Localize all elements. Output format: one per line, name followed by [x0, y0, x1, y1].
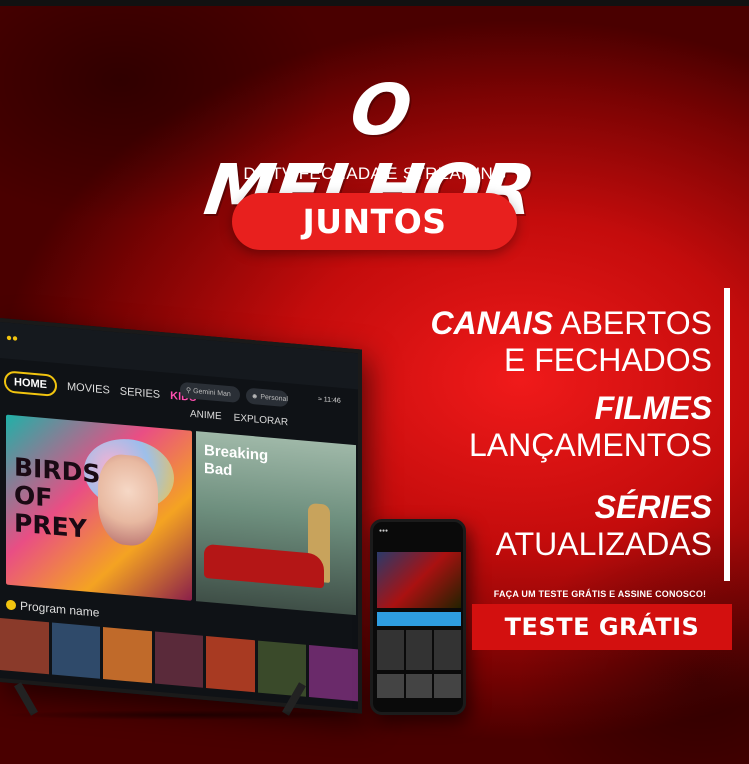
- thumbnail[interactable]: [0, 618, 49, 675]
- phone-thumb-row: [377, 630, 462, 670]
- card-art-car: [204, 543, 324, 589]
- card-title-breaking-bad: Breaking Bad: [204, 442, 268, 484]
- card-title-birds: BIRDS OF PREY: [14, 452, 101, 544]
- tv-nav-movies[interactable]: MOVIES: [67, 381, 110, 397]
- feature-fechados: E FECHADOS: [504, 342, 712, 378]
- feature-atualizadas: ATUALIZADAS: [496, 526, 712, 562]
- promo-poster: O MELHOR DA TV FECHADA E STREAMING JUNTO…: [0, 0, 749, 764]
- movie-card-breaking-bad[interactable]: Breaking Bad: [196, 431, 356, 616]
- tv-personal-button[interactable]: ☻ Personal: [246, 387, 288, 408]
- feature-series: SÉRIES: [595, 489, 712, 525]
- feature-light: E FECHADOS: [503, 342, 712, 378]
- phone-banner: [377, 612, 461, 626]
- tv-stand: [0, 680, 370, 720]
- tv-subnav-anime[interactable]: ANIME: [190, 409, 222, 423]
- tv-nav-series[interactable]: SERIES: [120, 385, 160, 401]
- tv-personal-label: Personal: [260, 393, 288, 403]
- phone-thumb[interactable]: [405, 630, 433, 670]
- feature-filmes: FILMES: [595, 390, 712, 426]
- vertical-divider: [724, 288, 730, 581]
- tv-search-value: Gemini Man: [193, 387, 231, 398]
- tv-time-value: 11:46: [323, 396, 341, 405]
- juntos-pill: JUNTOS: [232, 193, 517, 250]
- feature-bold: CANAIS: [430, 305, 554, 341]
- movie-card-birds-of-prey[interactable]: BIRDS OF PREY: [6, 414, 192, 601]
- tv-nav-home[interactable]: HOME: [4, 370, 57, 397]
- program-name-row: Program name: [6, 598, 99, 620]
- tv-nav: HOME MOVIES SERIES KIDS: [4, 370, 196, 409]
- subheadline: DA TV FECHADA E STREAMING: [243, 164, 507, 183]
- feature-bold: SÉRIES: [594, 489, 712, 525]
- feature-canais: CANAIS ABERTOS: [430, 305, 712, 341]
- thumbnail[interactable]: [103, 627, 152, 684]
- phone-mockup: ●●●: [370, 519, 466, 715]
- phone-thumb[interactable]: [377, 674, 404, 698]
- program-icon: [6, 599, 16, 611]
- tv-clock: ≈ 11:46: [318, 396, 341, 405]
- tv-subnav: ANIME EXPLORAR: [190, 409, 288, 429]
- tv-mockup: ●● HOME MOVIES SERIES KIDS ⚲ Gemini Man …: [0, 318, 362, 714]
- phone-thumb[interactable]: [434, 630, 462, 670]
- cta-tagline: FAÇA UM TESTE GRÁTIS E ASSINE CONOSCO!: [493, 589, 707, 599]
- phone-hero-image: [377, 552, 461, 608]
- tv-shadow: [0, 710, 370, 720]
- feature-bold: FILMES: [594, 390, 712, 426]
- free-trial-button[interactable]: TESTE GRÁTIS: [472, 604, 732, 650]
- phone-thumb[interactable]: [434, 674, 462, 698]
- phone-thumb-row: [377, 674, 462, 698]
- user-icon: ☻: [251, 392, 261, 401]
- thumbnail[interactable]: [51, 622, 101, 679]
- feature-light: ABERTOS: [560, 305, 712, 341]
- search-icon: ⚲: [186, 387, 194, 395]
- tv-screen: ●● HOME MOVIES SERIES KIDS ⚲ Gemini Man …: [0, 318, 362, 714]
- phone-thumb[interactable]: [377, 630, 404, 670]
- phone-thumb[interactable]: [405, 674, 433, 698]
- feature-light: LANÇAMENTOS: [468, 427, 712, 463]
- feature-light: ATUALIZADAS: [495, 526, 712, 562]
- card-art-face: [98, 452, 158, 548]
- program-name-label: Program name: [20, 598, 100, 620]
- feature-lancamentos: LANÇAMENTOS: [469, 427, 712, 463]
- top-border: [0, 0, 749, 6]
- phone-status: ●●●: [379, 528, 389, 534]
- tv-subnav-explorar[interactable]: EXPLORAR: [234, 412, 288, 428]
- tv-app-logo: ●●: [6, 332, 19, 345]
